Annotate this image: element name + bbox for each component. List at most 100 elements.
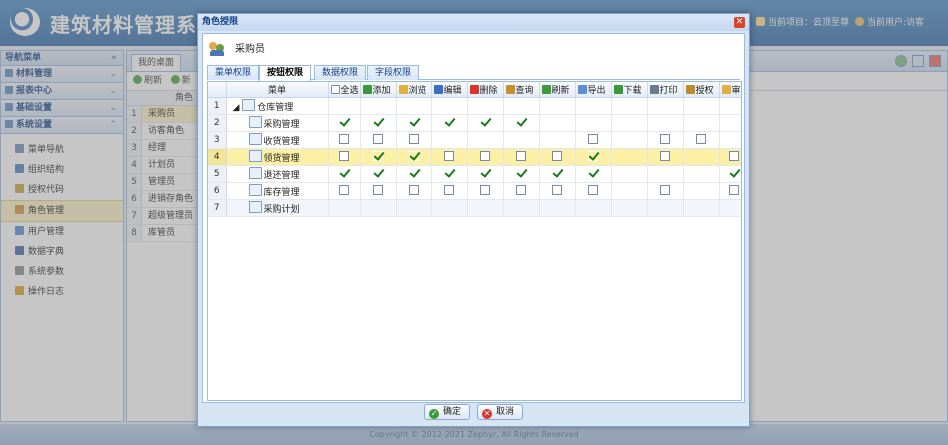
page-icon [248,167,262,179]
unchecked-checkbox[interactable] [729,185,739,195]
export-icon [577,85,587,94]
checked-checkbox[interactable] [408,151,419,161]
checked-checkbox[interactable] [408,168,419,178]
permission-cell [611,148,648,166]
permission-row[interactable]: 7 采购计划 [208,199,741,217]
column-header[interactable]: 查询 [503,82,540,98]
checked-checkbox[interactable] [729,168,739,178]
unchecked-checkbox[interactable] [444,185,454,195]
checked-checkbox[interactable] [480,117,490,127]
unchecked-checkbox[interactable] [480,151,490,161]
menu-cell: 领货管理 [226,148,329,166]
checked-checkbox[interactable] [588,168,598,178]
permission-cell [328,131,361,149]
permission-cell [467,199,504,217]
permission-table: 菜单 全选 添加 浏览 编辑 删除 查询 刷新 导出 下载 打印 授权审 1 ◢ 仓库管理 2 采购管理 3 收… [208,82,741,217]
permission-cell [575,182,612,200]
column-header[interactable]: 下载 [611,82,648,98]
permission-tabs: 菜单权限 按钮权限 数据权限 字段权限 [207,63,740,81]
column-label: 添加 [372,86,391,96]
tab-permission[interactable]: 数据权限 [314,65,367,80]
column-header[interactable]: 编辑 [431,82,468,98]
unchecked-checkbox[interactable] [660,151,670,161]
permission-cell [683,131,720,149]
checked-checkbox[interactable] [373,117,383,127]
unchecked-checkbox[interactable] [660,185,670,195]
unchecked-checkbox[interactable] [373,185,383,195]
menu-cell: 退还管理 [226,165,329,183]
column-header[interactable]: 授权 [683,82,720,98]
tab-permission[interactable]: 菜单权限 [207,65,260,80]
collapse-arrow-icon[interactable]: ◢ [233,103,243,113]
unchecked-checkbox[interactable] [588,185,598,195]
checked-checkbox[interactable] [516,168,526,178]
checked-checkbox[interactable] [588,151,598,161]
checked-checkbox[interactable] [444,117,454,127]
permission-cell [396,97,432,115]
permission-cell [647,148,684,166]
unchecked-checkbox[interactable] [588,134,598,144]
unchecked-checkbox[interactable] [408,134,419,144]
checked-checkbox[interactable] [373,151,383,161]
permission-cell [719,182,741,200]
permission-cell [575,131,612,149]
cancel-button[interactable]: ✕ 取消 [476,404,523,420]
ok-button[interactable]: ✓ 确定 [424,404,471,420]
permission-cell [467,131,504,149]
permission-row[interactable]: 3 收货管理 [208,131,741,149]
column-header[interactable]: 导出 [575,82,612,98]
column-header[interactable]: 审 [719,82,741,98]
unchecked-checkbox[interactable] [552,151,562,161]
column-header[interactable]: 添加 [360,82,397,98]
permission-cell [431,114,468,132]
unchecked-checkbox[interactable] [660,134,670,144]
checked-checkbox[interactable] [408,117,419,127]
column-header[interactable]: 菜单 [226,82,329,98]
unchecked-checkbox[interactable] [373,134,383,144]
menu-cell: 采购管理 [226,114,329,132]
tab-permission[interactable]: 按钮权限 [259,65,312,81]
checked-checkbox[interactable] [444,168,454,178]
ok-label: 确定 [443,407,462,417]
checked-checkbox[interactable] [339,168,349,178]
unchecked-checkbox[interactable] [552,185,562,195]
column-header[interactable]: 刷新 [539,82,576,98]
permission-row[interactable]: 4 领货管理 [208,148,741,166]
column-header[interactable]: 删除 [467,82,504,98]
unchecked-checkbox[interactable] [339,185,349,195]
column-label: 删除 [479,86,498,96]
checkbox-icon [330,85,340,94]
checked-checkbox[interactable] [516,117,526,127]
checked-checkbox[interactable] [480,168,490,178]
unchecked-checkbox[interactable] [444,151,454,161]
permission-cell [431,199,468,217]
permission-cell [539,165,576,183]
tab-permission[interactable]: 字段权限 [367,65,420,80]
permission-row[interactable]: 2 采购管理 [208,114,741,132]
checked-checkbox[interactable] [552,168,562,178]
permission-cell [431,131,468,149]
column-header[interactable]: 浏览 [396,82,432,98]
permission-row[interactable]: 5 退还管理 [208,165,741,183]
permission-row[interactable]: 6 库存管理 [208,182,741,200]
download-icon [613,85,623,94]
permission-cell [360,148,397,166]
column-header[interactable]: 全选 [328,82,361,98]
close-icon[interactable]: ✕ [734,17,745,28]
checked-checkbox[interactable] [373,168,383,178]
unchecked-checkbox[interactable] [516,151,526,161]
cancel-label: 取消 [495,407,514,417]
unchecked-checkbox[interactable] [729,151,739,161]
unchecked-checkbox[interactable] [339,151,349,161]
permission-cell [396,199,432,217]
unchecked-checkbox[interactable] [516,185,526,195]
permission-row[interactable]: 1 ◢ 仓库管理 [208,97,741,115]
column-header[interactable]: 打印 [647,82,684,98]
permission-cell [683,182,720,200]
checked-checkbox[interactable] [339,117,349,127]
unchecked-checkbox[interactable] [480,185,490,195]
page-icon [248,116,262,128]
unchecked-checkbox[interactable] [339,134,349,144]
unchecked-checkbox[interactable] [696,134,706,144]
unchecked-checkbox[interactable] [408,185,419,195]
